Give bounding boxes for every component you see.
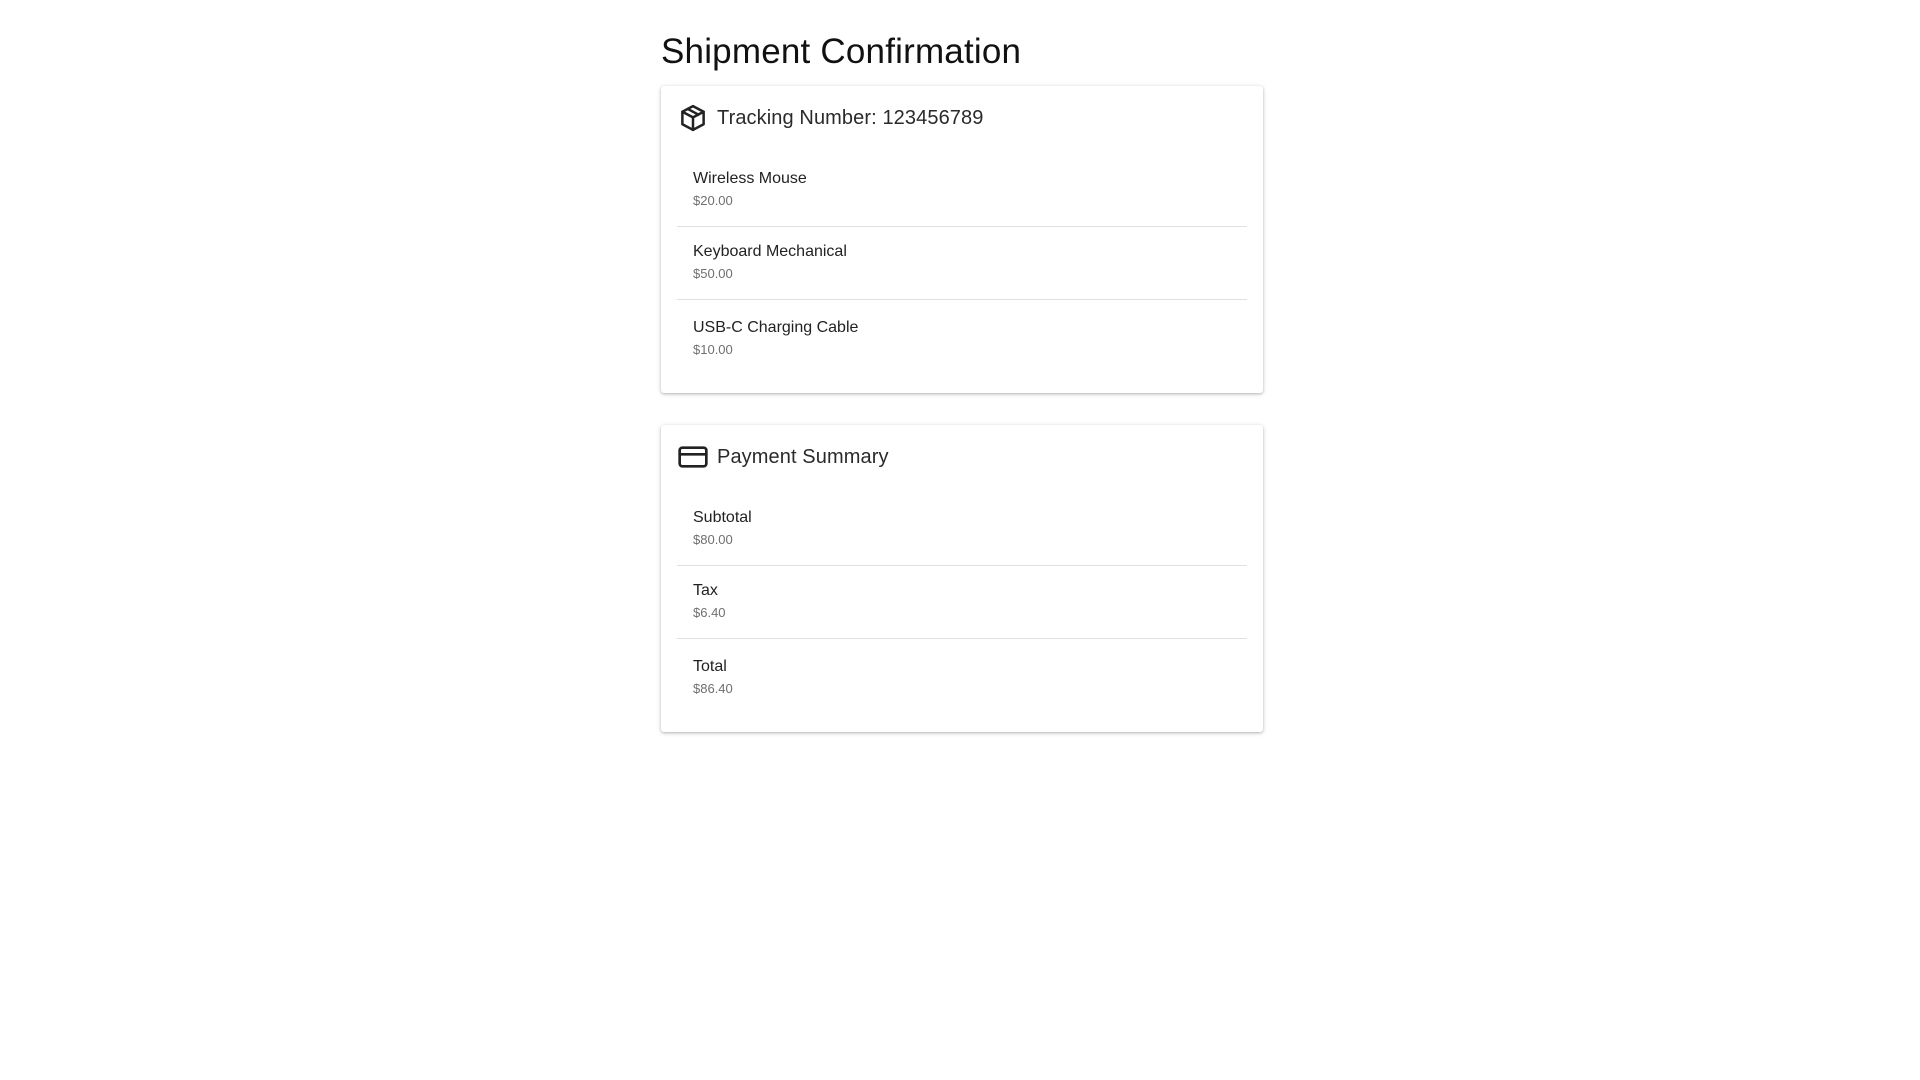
item-price: $50.00: [693, 266, 733, 281]
item-name: Wireless Mouse: [693, 170, 807, 187]
summary-value: $80.00: [693, 532, 733, 547]
item-price: $20.00: [693, 193, 733, 208]
tracking-number: Tracking Number: 123456789: [717, 106, 984, 129]
list-item[interactable]: Subtotal $80.00: [677, 499, 1247, 565]
shipment-item-list: Wireless Mouse $20.00 Keyboard Mechanica…: [677, 160, 1247, 377]
list-item[interactable]: Wireless Mouse $20.00: [677, 160, 1247, 226]
shipment-page: Shipment Confirmation Tracking Number: 1…: [661, 28, 1263, 732]
payment-summary-card: Payment Summary Subtotal $80.00 Tax $6.4…: [661, 425, 1263, 732]
summary-label: Total: [693, 657, 727, 675]
tracking-card: Tracking Number: 123456789 Wireless Mous…: [661, 86, 1263, 393]
tracking-header: Tracking Number: 123456789: [677, 102, 1247, 134]
summary-value: $86.40: [693, 680, 733, 696]
item-name: USB-C Charging Cable: [693, 318, 859, 336]
package-icon: [677, 102, 709, 134]
list-item[interactable]: Tax $6.40: [677, 565, 1247, 638]
credit-card-icon: [677, 441, 709, 473]
payment-summary-title: Payment Summary: [717, 445, 889, 468]
summary-value: $6.40: [693, 605, 726, 620]
item-price: $10.00: [693, 341, 733, 357]
list-item[interactable]: Total $86.40: [677, 638, 1247, 716]
payment-header: Payment Summary: [677, 441, 1247, 473]
summary-label: Subtotal: [693, 509, 752, 526]
payment-summary-list: Subtotal $80.00 Tax $6.40 Total $86.40: [677, 499, 1247, 716]
item-name: Keyboard Mechanical: [693, 243, 847, 260]
list-item[interactable]: USB-C Charging Cable $10.00: [677, 299, 1247, 377]
page-title: Shipment Confirmation: [661, 32, 1022, 71]
list-item[interactable]: Keyboard Mechanical $50.00: [677, 226, 1247, 299]
summary-label: Tax: [693, 582, 718, 599]
